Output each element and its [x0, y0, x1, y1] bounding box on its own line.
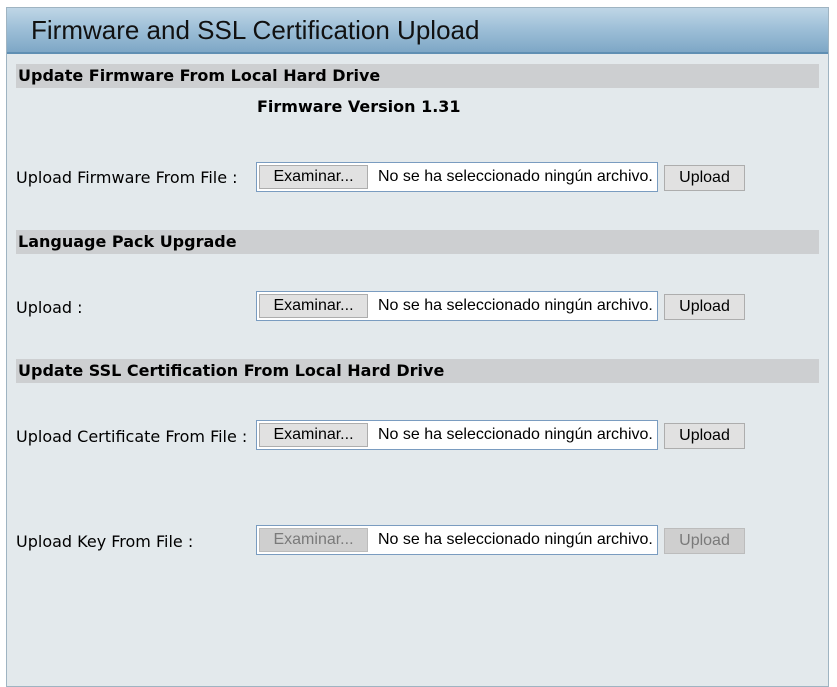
key-file-input[interactable]: Examinar... No se ha seleccionado ningún…: [256, 525, 658, 555]
firmware-browse-button[interactable]: Examinar...: [259, 165, 368, 189]
firmware-file-input[interactable]: Examinar... No se ha seleccionado ningún…: [256, 162, 658, 192]
language-file-status: No se ha seleccionado ningún archivo.: [378, 297, 653, 314]
upload-key-label: Upload Key From File :: [16, 532, 194, 551]
page-title: Firmware and SSL Certification Upload: [31, 15, 480, 45]
language-section-header: Language Pack Upgrade: [16, 230, 819, 254]
ssl-section-header: Update SSL Certification From Local Hard…: [16, 359, 819, 383]
certificate-file-status: No se ha seleccionado ningún archivo.: [378, 426, 653, 443]
firmware-section-header: Update Firmware From Local Hard Drive: [16, 64, 819, 88]
language-file-input[interactable]: Examinar... No se ha seleccionado ningún…: [256, 291, 658, 321]
certificate-file-input[interactable]: Examinar... No se ha seleccionado ningún…: [256, 420, 658, 450]
language-browse-button[interactable]: Examinar...: [259, 294, 368, 318]
certificate-upload-button[interactable]: Upload: [664, 423, 745, 449]
language-upload-button[interactable]: Upload: [664, 294, 745, 320]
certificate-browse-button[interactable]: Examinar...: [259, 423, 368, 447]
key-file-status: No se ha seleccionado ningún archivo.: [378, 531, 653, 548]
panel-title-bar: Firmware and SSL Certification Upload: [7, 8, 828, 54]
key-browse-button[interactable]: Examinar...: [259, 528, 368, 552]
firmware-version-label: Firmware Version 1.31: [257, 97, 461, 116]
key-upload-button[interactable]: Upload: [664, 528, 745, 554]
upload-firmware-label: Upload Firmware From File :: [16, 168, 238, 187]
firmware-upload-button[interactable]: Upload: [664, 165, 745, 191]
upload-certificate-label: Upload Certificate From File :: [16, 427, 248, 446]
firmware-file-status: No se ha seleccionado ningún archivo.: [378, 168, 653, 185]
firmware-ssl-panel: Firmware and SSL Certification Upload Up…: [6, 7, 829, 687]
upload-language-label: Upload :: [16, 298, 83, 317]
